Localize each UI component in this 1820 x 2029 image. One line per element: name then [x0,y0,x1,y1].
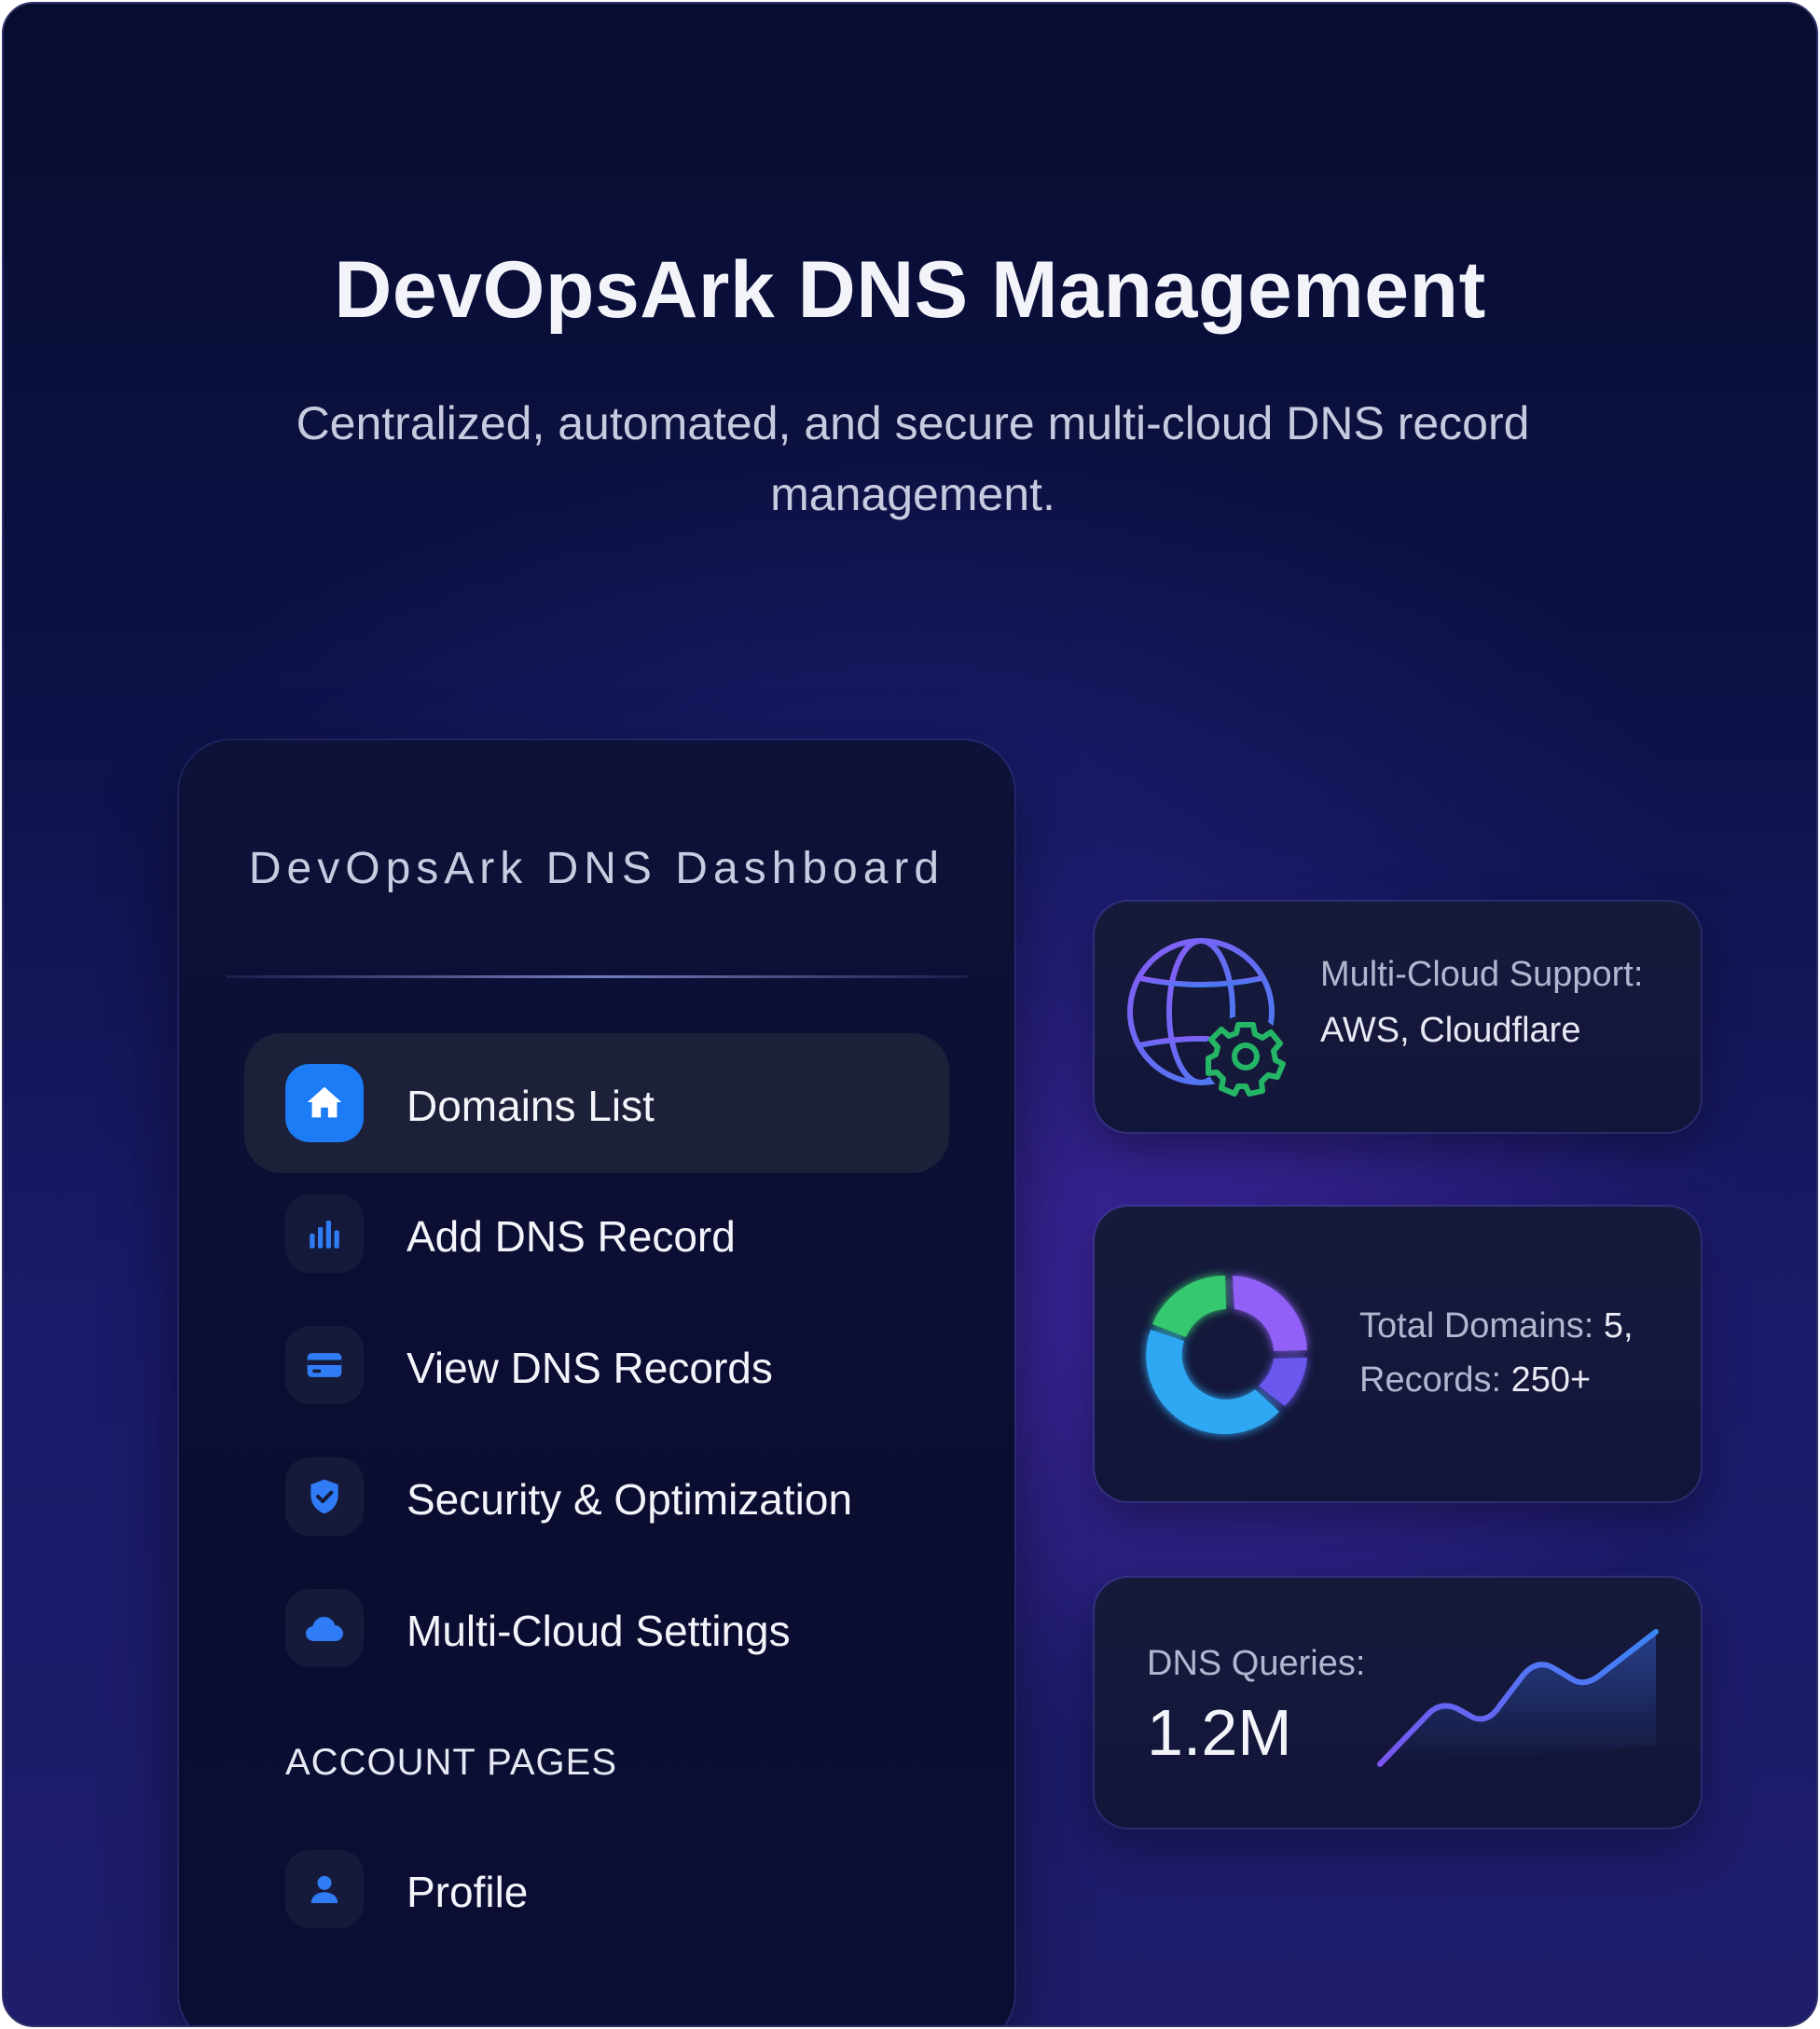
page-subtitle: Centralized, automated, and secure multi… [296,397,1530,520]
dns-queries-value: 1.2M [1147,1696,1292,1769]
page-title: DevOpsArk DNS Management [334,245,1486,335]
card-multi-cloud-support: Multi-Cloud Support: AWS, Cloudflare [1095,902,1701,1132]
nav-item-add-dns-record[interactable]: Add DNS Record [244,1164,949,1304]
nav-item-view-dns-records[interactable]: View DNS Records [244,1295,949,1435]
records-line: Records: 250+ [1359,1352,1591,1408]
nav-label: Domains List [407,1082,655,1130]
user-icon [285,1850,364,1928]
sidebar-divider [226,975,968,978]
nav-item-domains-list[interactable]: Domains List [244,1033,949,1173]
card-total-domains: Total Domains: 5, Records: 250+ [1095,1207,1701,1501]
donut-chart-icon [1130,1255,1328,1457]
nav-item-profile[interactable]: Profile [244,1819,949,1959]
total-domains-line: Total Domains: 5, [1359,1298,1634,1354]
dns-queries-label: DNS Queries: [1147,1644,1366,1683]
nav-label: Multi-Cloud Settings [407,1607,791,1655]
nav-label: Security & Optimization [407,1475,853,1524]
records-value: 250+ [1510,1360,1592,1400]
nav-label: Profile [407,1868,529,1916]
section-label-account-pages: ACCOUNT PAGES [285,1742,618,1783]
cloud-support-label: Multi-Cloud Support: [1320,955,1644,994]
shield-check-icon [285,1457,364,1536]
dashboard-sidebar: DevOpsArk DNS Dashboard Domains List Add… [179,740,1014,2025]
sparkline-icon [1374,1615,1673,1787]
bar-chart-icon [285,1194,364,1273]
nav-item-security-optimization[interactable]: Security & Optimization [244,1427,949,1567]
nav-label: Add DNS Record [407,1212,736,1261]
cloud-icon [285,1589,364,1667]
nav-label: View DNS Records [407,1344,773,1392]
card-dns-queries: DNS Queries: 1.2M [1095,1578,1701,1828]
credit-card-icon [285,1326,364,1404]
sidebar-title: DevOpsArk DNS Dashboard [248,844,945,893]
total-domains-value: 5, [1603,1306,1634,1346]
total-domains-label: Total Domains: [1359,1306,1594,1346]
page-frame: DevOpsArk DNS Management Centralized, au… [2,2,1818,2027]
records-label: Records: [1359,1360,1502,1400]
globe-gear-icon [1126,937,1290,1106]
nav-item-multi-cloud-settings[interactable]: Multi-Cloud Settings [244,1558,949,1698]
cloud-support-value: AWS, Cloudflare [1320,1011,1581,1050]
home-icon [285,1064,364,1142]
